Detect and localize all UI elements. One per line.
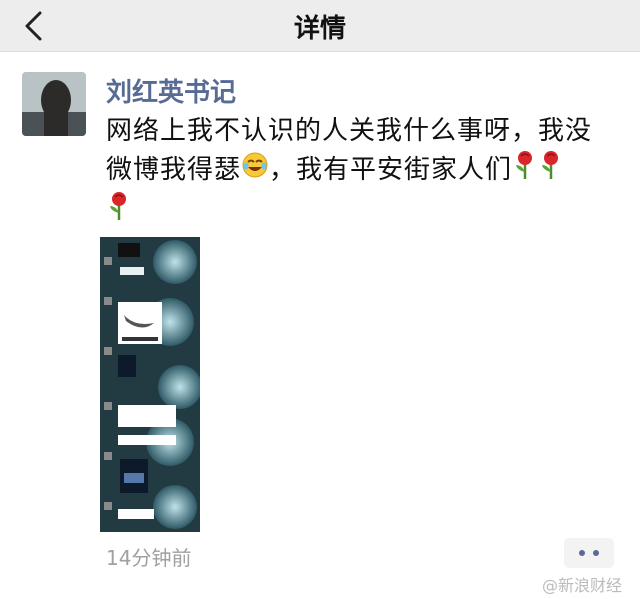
dot-icon xyxy=(579,550,585,556)
post-text-part2: ，我有平安街家人们 xyxy=(269,155,513,185)
dot-icon xyxy=(593,550,599,556)
navigation-bar: 详情 xyxy=(0,0,640,52)
author-name[interactable]: 刘红英书记 xyxy=(106,72,236,109)
rose-icon xyxy=(538,150,564,191)
post-timestamp: 14分钟前 xyxy=(106,546,192,570)
laugh-cry-icon xyxy=(241,151,269,190)
attached-screenshot[interactable] xyxy=(100,237,200,532)
moment-post: 刘红英书记 网络上我不认识的人关我什么事呀，我没微博我得瑟，我有平安街家人们 xyxy=(0,52,640,599)
chat-screenshot-image xyxy=(100,237,200,532)
page-title: 详情 xyxy=(293,14,346,44)
post-text: 网络上我不认识的人关我什么事呀，我没微博我得瑟 ，我有平安街家人们 xyxy=(106,112,618,232)
watermark: @新浪财经 xyxy=(541,576,622,595)
more-options-button[interactable] xyxy=(564,538,614,568)
avatar[interactable] xyxy=(22,72,86,136)
avatar-image xyxy=(22,72,86,136)
rose-icon xyxy=(512,150,538,191)
rose-icon xyxy=(106,191,132,232)
